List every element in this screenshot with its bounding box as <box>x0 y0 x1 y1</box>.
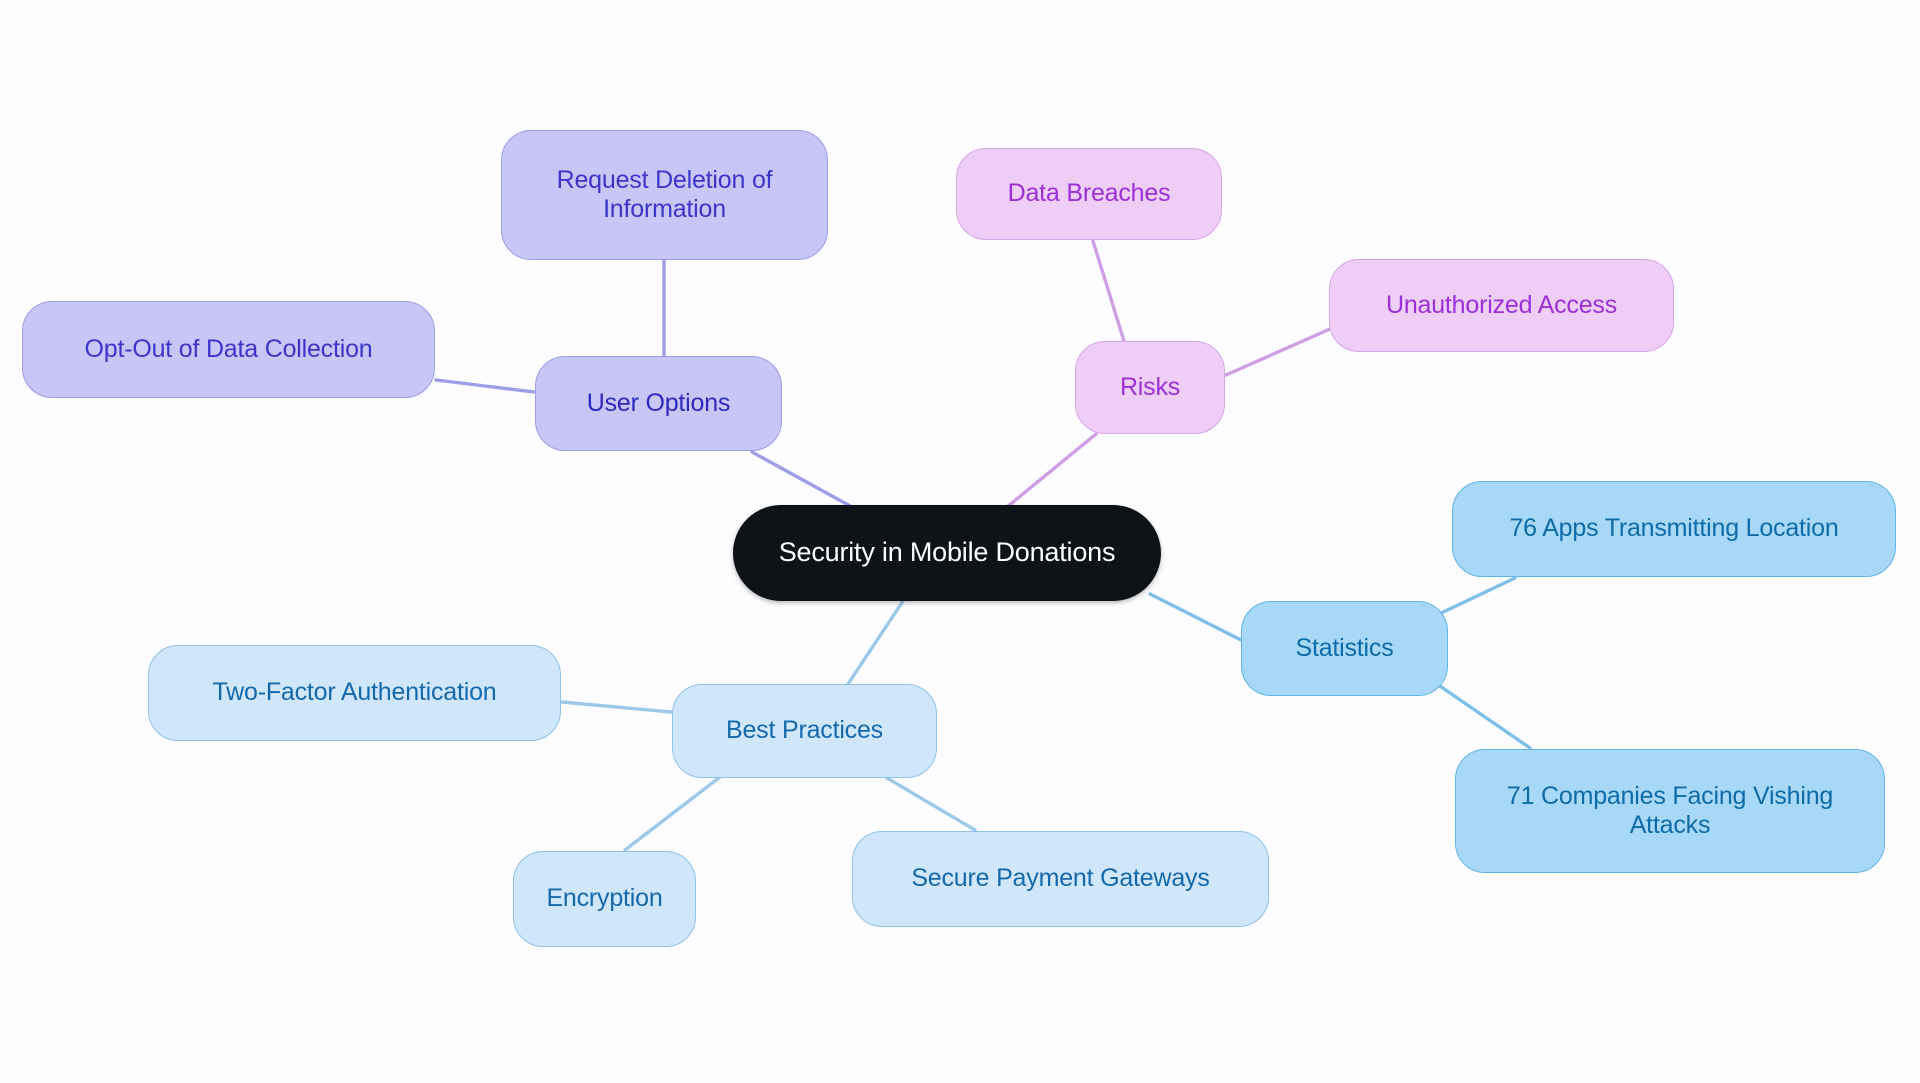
edge-best-practices-secure-payment <box>885 776 977 832</box>
leaf-node-opt-out-of-data-collection[interactable]: Opt-Out of Data Collection <box>22 301 435 398</box>
edge-root-statistics <box>1148 592 1243 642</box>
leaf-node-label-secure-payment-gateways: Secure Payment Gateways <box>911 864 1210 893</box>
leaf-node-request-deletion-of-information[interactable]: Request Deletion of Information <box>501 130 828 260</box>
branch-node-best-practices[interactable]: Best Practices <box>672 684 937 778</box>
leaf-node-encryption[interactable]: Encryption <box>513 851 696 947</box>
leaf-node-label-71-companies-facing-vishing-attacks: 71 Companies Facing Vishing Attacks <box>1506 781 1834 840</box>
root-node-security-in-mobile-donations[interactable]: Security in Mobile Donations <box>733 505 1161 601</box>
edge-risks-unauthorized-access <box>1224 327 1332 377</box>
leaf-node-unauthorized-access[interactable]: Unauthorized Access <box>1329 259 1674 352</box>
branch-node-label-best-practices: Best Practices <box>726 716 883 745</box>
edge-best-practices-encryption <box>623 775 722 852</box>
leaf-node-label-encryption: Encryption <box>546 884 663 913</box>
edge-user-options-opt-out <box>434 378 536 394</box>
edge-statistics-71-companies <box>1435 682 1532 750</box>
branch-node-label-risks: Risks <box>1119 372 1181 401</box>
mindmap-canvas: Security in Mobile Donations User Option… <box>0 0 1920 1083</box>
leaf-node-label-opt-out-of-data-collection: Opt-Out of Data Collection <box>84 334 373 363</box>
edge-root-best-practices <box>846 599 905 686</box>
root-node-label: Security in Mobile Donations <box>778 537 1116 568</box>
leaf-node-label-two-factor-authentication: Two-Factor Authentication <box>212 678 497 707</box>
leaf-node-label-unauthorized-access: Unauthorized Access <box>1385 290 1618 319</box>
edge-root-user-options <box>750 450 854 509</box>
branch-node-label-user-options: User Options <box>586 388 731 417</box>
edge-statistics-76-apps <box>1435 576 1517 617</box>
leaf-node-two-factor-authentication[interactable]: Two-Factor Authentication <box>148 645 561 741</box>
leaf-node-71-companies-facing-vishing-attacks[interactable]: 71 Companies Facing Vishing Attacks <box>1455 749 1885 873</box>
branch-node-label-statistics: Statistics <box>1295 633 1394 662</box>
edge-risks-data-breaches <box>1091 239 1126 343</box>
branch-node-risks[interactable]: Risks <box>1075 341 1225 434</box>
leaf-node-label-request-deletion-of-information: Request Deletion of Information <box>556 165 773 224</box>
leaf-node-76-apps-transmitting-location[interactable]: 76 Apps Transmitting Location <box>1452 481 1896 577</box>
branch-node-user-options[interactable]: User Options <box>535 356 782 451</box>
edge-best-practices-two-factor <box>560 700 673 714</box>
leaf-node-data-breaches[interactable]: Data Breaches <box>956 148 1222 240</box>
branch-node-statistics[interactable]: Statistics <box>1241 601 1448 696</box>
leaf-node-label-76-apps-transmitting-location: 76 Apps Transmitting Location <box>1509 514 1839 543</box>
leaf-node-secure-payment-gateways[interactable]: Secure Payment Gateways <box>852 831 1269 927</box>
leaf-node-label-data-breaches: Data Breaches <box>1007 179 1171 208</box>
edge-root-risks <box>1005 432 1098 509</box>
